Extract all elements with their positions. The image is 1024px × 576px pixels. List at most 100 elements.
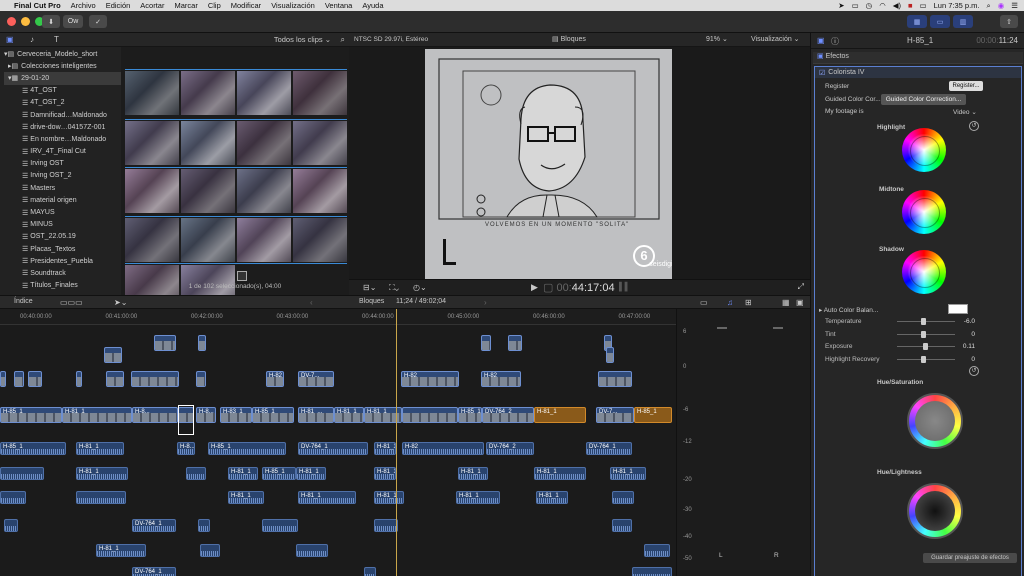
video-clip[interactable] [154, 335, 176, 351]
library-item[interactable]: ☰ MAYUS [22, 206, 121, 218]
library-item[interactable]: ☰ Irving OST_2 [22, 170, 121, 182]
video-clip[interactable] [131, 371, 179, 387]
slider-row[interactable]: Highlight Recovery 0 [825, 354, 1005, 365]
midtone-wheel[interactable] [902, 190, 946, 234]
back-icon[interactable]: ‹ [310, 298, 313, 307]
video-clip[interactable] [28, 371, 42, 387]
library-item[interactable]: ☰ OST_22.05.19 [22, 231, 121, 243]
volume-icon[interactable]: ◀) [893, 1, 901, 10]
shadow-wheel[interactable] [902, 250, 946, 294]
clip-thumbnail[interactable] [181, 71, 235, 115]
colorista-header[interactable]: ☑ Colorista IV [815, 67, 1021, 78]
clip-thumbnail[interactable] [181, 218, 235, 262]
audio-clip[interactable] [76, 491, 126, 504]
smart-collections[interactable]: ▸▤ Colecciones inteligentes [4, 60, 121, 72]
clip-thumbnail[interactable] [237, 121, 291, 165]
timeline-ruler[interactable]: 00:40:00:00 00:41:00:00 00:42:00:00 00:43:0… [0, 309, 676, 325]
audio-clip[interactable]: DV-764_1 [132, 519, 176, 532]
video-clip[interactable]: H-81_1 [62, 407, 132, 423]
audio-clip[interactable] [612, 519, 632, 532]
audio-clip[interactable]: H-8... [177, 442, 195, 455]
titles-icon[interactable]: T [54, 35, 59, 44]
audio-clip[interactable]: H-81_1 [76, 442, 124, 455]
audio-clip[interactable]: H-82 [402, 442, 484, 455]
video-clip[interactable]: H-81_1 [334, 407, 364, 423]
search-icon[interactable]: ⌕ [341, 35, 345, 45]
reset-icon[interactable]: ↺ [969, 121, 979, 131]
save-effects-preset-button[interactable]: Guardar preajuste de efectos [923, 553, 1017, 563]
audio-clip[interactable]: H-81_1 [374, 467, 396, 480]
video-inspector-icon[interactable]: ▣ [817, 36, 825, 45]
library-item[interactable]: ☰ 4T_OST_2 [22, 97, 121, 109]
video-clip[interactable] [598, 371, 632, 387]
video-clip[interactable] [402, 407, 458, 423]
auto-color-swatch[interactable] [948, 304, 968, 314]
menu-final-cut-pro[interactable]: Final Cut Pro [14, 1, 61, 10]
clip-thumbnail[interactable] [293, 71, 347, 115]
video-clip[interactable]: H-81_... [298, 407, 334, 423]
video-clip[interactable]: H-85_1 [0, 407, 62, 423]
audio-clip[interactable] [644, 544, 670, 557]
close-window-button[interactable] [7, 17, 16, 26]
video-clip[interactable]: H-85_1 [634, 407, 672, 423]
clip-thumbnail[interactable] [293, 218, 347, 262]
menu-ayuda[interactable]: Ayuda [362, 1, 383, 10]
slider-track[interactable] [897, 330, 955, 338]
minimize-window-button[interactable] [21, 17, 30, 26]
audio-clip[interactable]: H-85_1 [262, 467, 296, 480]
library-item[interactable]: ☰ 4T_OST [22, 85, 121, 97]
menu-ventana[interactable]: Ventana [325, 1, 353, 10]
view-dropdown[interactable]: Visualización ⌄ [751, 35, 800, 43]
video-clip[interactable]: H-81_1 [534, 407, 586, 423]
hue-lightness-wheel[interactable] [907, 483, 963, 539]
library-item[interactable]: ☰ material origen [22, 194, 121, 206]
clip-thumbnail[interactable] [293, 121, 347, 165]
clock[interactable]: Lun 7:35 p.m. [934, 1, 980, 10]
library-item[interactable]: ☰ Soundtrack [22, 267, 121, 279]
video-clip[interactable] [606, 347, 614, 363]
slider-track[interactable] [897, 318, 955, 325]
audio-clip[interactable]: H-81_1 [374, 442, 396, 455]
library-item[interactable]: ☰ Títulos_Finales [22, 280, 121, 292]
audio-clip[interactable]: H-85_1 [208, 442, 286, 455]
audio-skimming-icon[interactable]: ♫ [727, 298, 733, 307]
menu-modificar[interactable]: Modificar [231, 1, 261, 10]
video-clip[interactable]: H-82 [266, 371, 284, 387]
effects-section-header[interactable]: ▣ Efectos [813, 52, 1023, 64]
menu-marcar[interactable]: Marcar [174, 1, 197, 10]
library-item[interactable]: ☰ Damnificad…Maldonado [22, 109, 121, 121]
show-inspector-button[interactable]: ▥ [953, 15, 973, 28]
slider-track[interactable] [897, 343, 955, 350]
clip-thumbnail[interactable] [125, 218, 179, 262]
background-tasks-button[interactable]: ✓ [89, 15, 107, 28]
slider-track[interactable] [897, 355, 955, 363]
audio-clip[interactable]: H-81_1 [298, 491, 356, 504]
show-timeline-button[interactable]: ▭ [930, 15, 950, 28]
audio-clip[interactable]: H-81_1 [456, 491, 500, 504]
slider-row[interactable]: Temperature -6.0 [825, 316, 1005, 327]
video-clip[interactable] [76, 371, 82, 387]
timecode-display[interactable]: ▢ 00:44:17:04 [543, 281, 615, 294]
append-clip-icon[interactable]: ▭▭▭ [60, 298, 83, 307]
audio-clip[interactable]: H-81_1 [96, 544, 146, 557]
register-button[interactable]: Register... [949, 81, 983, 91]
video-clip[interactable]: H-82 [481, 371, 521, 387]
selected-clip-marker[interactable] [237, 271, 247, 281]
thumbnail-grid[interactable] [125, 69, 347, 309]
audio-clip[interactable]: H-81_1 [228, 467, 258, 480]
selected-clip-outline[interactable] [178, 405, 194, 435]
clip-thumbnail[interactable] [237, 218, 291, 262]
video-clip[interactable]: H-83_1 [220, 407, 252, 423]
audio-clip[interactable] [364, 567, 376, 576]
video-clip[interactable] [106, 371, 124, 387]
audio-clip[interactable] [198, 519, 210, 532]
audio-clip[interactable] [0, 491, 26, 504]
zoom-dropdown[interactable]: 91% ⌄ [706, 35, 728, 43]
flag-icon[interactable]: ■ [908, 1, 913, 10]
clip-filter-dropdown[interactable]: Todos los clips ⌄ [274, 35, 331, 44]
highlight-wheel[interactable] [902, 128, 946, 172]
audio-clip[interactable]: DV-764_2 [486, 442, 534, 455]
audio-clip[interactable]: H-81_1 [296, 467, 326, 480]
slider-knob[interactable] [921, 318, 926, 325]
audio-clip[interactable]: DV-764_1 [586, 442, 632, 455]
